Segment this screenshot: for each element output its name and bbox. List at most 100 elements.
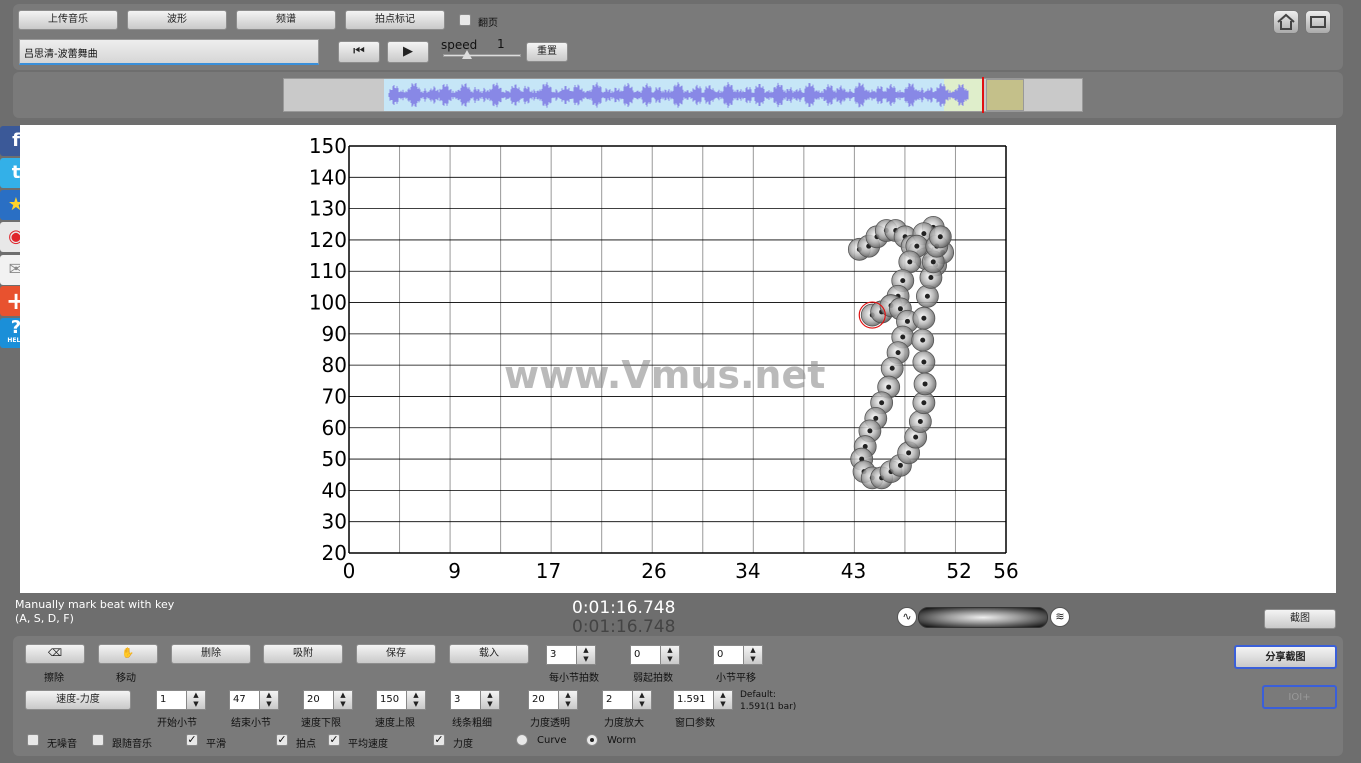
- beats-per-bar-label: 每小节拍数: [549, 673, 599, 684]
- end-bar-stepper[interactable]: 47 ▲ ▼: [229, 690, 279, 710]
- worm-point-core: [921, 359, 927, 365]
- line-width-stepper[interactable]: 3 ▲ ▼: [450, 690, 500, 710]
- move-hand-icon: ✋: [121, 648, 135, 659]
- screenshot-button[interactable]: 截图: [1264, 609, 1336, 629]
- waveform-overview[interactable]: [283, 77, 1083, 113]
- x-tick-label: 34: [735, 559, 760, 583]
- y-tick-label: 70: [322, 384, 347, 408]
- spectrum-button[interactable]: 频谱: [236, 10, 336, 30]
- play-button[interactable]: ▶: [387, 41, 429, 63]
- follow-music-checkbox[interactable]: [92, 734, 104, 746]
- dynamics-transparency-label: 力度透明: [530, 718, 570, 729]
- worm-point-core: [928, 274, 934, 280]
- worm-point-core: [867, 428, 873, 434]
- window-param-label: 窗口参数: [675, 718, 715, 729]
- dynamics-transparency-stepper[interactable]: 20 ▲ ▼: [528, 690, 578, 710]
- waveform-graphic: [388, 82, 969, 108]
- worm-point-core: [921, 231, 927, 237]
- tempo-dynamics-mode-button[interactable]: 速度-力度: [25, 690, 131, 710]
- wave-left-icon[interactable]: ∿: [897, 607, 917, 627]
- home-button[interactable]: [1273, 10, 1299, 34]
- volume-slider[interactable]: [918, 607, 1048, 628]
- smooth-label: 平滑: [206, 739, 226, 750]
- y-tick-label: 30: [322, 510, 347, 534]
- watermark-text: www.Vmus.net: [504, 353, 826, 397]
- worm-point-core: [914, 243, 920, 249]
- tempo-max-stepper[interactable]: 150 ▲ ▼: [376, 690, 426, 710]
- worm-point-core: [930, 259, 936, 265]
- waveform-button[interactable]: 波形: [127, 10, 227, 30]
- beats-per-bar-stepper[interactable]: 3 ▲ ▼: [546, 645, 596, 665]
- reset-speed-button[interactable]: 重置: [526, 42, 568, 62]
- worm-point-core: [900, 278, 906, 284]
- delete-button[interactable]: 删除: [171, 644, 251, 664]
- rewind-button[interactable]: ⏮: [338, 41, 380, 63]
- share-screenshot-button[interactable]: 分享截图: [1234, 645, 1337, 669]
- playhead-marker[interactable]: [982, 77, 984, 113]
- x-tick-label: 43: [841, 559, 866, 583]
- x-tick-label: 52: [946, 559, 971, 583]
- speed-slider-track[interactable]: [443, 54, 521, 57]
- speed-slider-thumb[interactable]: [462, 50, 472, 59]
- x-tick-label: 0: [343, 559, 356, 583]
- bar-shift-label: 小节平移: [716, 673, 756, 684]
- hint-line1: Manually mark beat with key: [15, 598, 175, 611]
- controls-panel: ⌫ 擦除 ✋ 移动 删除 吸附 保存 载入 3 ▲ ▼ 每小节拍数 0 ▲ ▼ 弱起拍数…: [13, 636, 1343, 756]
- worm-point-core: [907, 259, 913, 265]
- y-tick-label: 60: [322, 416, 347, 440]
- pickup-beats-label: 弱起拍数: [633, 673, 673, 684]
- worm-point-core: [921, 315, 927, 321]
- worm-point-core: [913, 434, 919, 440]
- y-tick-label: 40: [322, 478, 347, 502]
- waveform-trace: [388, 82, 969, 108]
- y-tick-label: 150: [309, 134, 347, 158]
- load-button[interactable]: 载入: [449, 644, 529, 664]
- tempo-min-label: 速度下限: [301, 718, 341, 729]
- worm-point-core: [889, 365, 895, 371]
- window-param-stepper[interactable]: 1.591 ▲ ▼: [673, 690, 733, 710]
- beat-points-label: 拍点: [296, 739, 316, 750]
- beat-mark-button[interactable]: 拍点标记: [345, 10, 445, 30]
- tempo-min-stepper[interactable]: 20 ▲ ▼: [303, 690, 353, 710]
- average-tempo-label: 平均速度: [348, 739, 388, 750]
- snap-button[interactable]: 吸附: [263, 644, 343, 664]
- curve-radio[interactable]: [516, 734, 528, 746]
- smooth-checkbox[interactable]: ✓: [186, 734, 198, 746]
- beat-points-checkbox[interactable]: ✓: [276, 734, 288, 746]
- x-tick-label: 9: [448, 559, 461, 583]
- wave-right-icon[interactable]: ≋: [1050, 607, 1070, 627]
- curve-label: Curve: [537, 735, 567, 746]
- start-bar-stepper[interactable]: 1 ▲ ▼: [156, 690, 206, 710]
- move-label: 移动: [116, 673, 136, 684]
- flip-page-checkbox[interactable]: [459, 14, 471, 26]
- y-tick-label: 80: [322, 353, 347, 377]
- worm-radio[interactable]: [586, 734, 598, 746]
- top-toolbar-panel: 上传音乐 波形 频谱 拍点标记 翻页 吕思清-波蕾舞曲 ⏮ ▶ speed 1 …: [13, 4, 1343, 70]
- time-display-secondary: 0:01:16.748: [572, 617, 676, 637]
- worm-label: Worm: [607, 735, 637, 746]
- speed-value: 1: [497, 37, 505, 51]
- dynamics-scale-stepper[interactable]: 2 ▲ ▼: [602, 690, 652, 710]
- worm-point-core: [873, 415, 879, 421]
- average-tempo-checkbox[interactable]: ✓: [328, 734, 340, 746]
- no-noise-checkbox[interactable]: [27, 734, 39, 746]
- worm-point-core: [921, 400, 927, 406]
- ioi-plus-button[interactable]: IOI+: [1262, 685, 1337, 709]
- move-button[interactable]: ✋: [98, 644, 158, 664]
- song-title-field[interactable]: 吕思清-波蕾舞曲: [19, 39, 319, 65]
- y-tick-label: 120: [309, 228, 347, 252]
- fullscreen-button[interactable]: [1305, 10, 1331, 34]
- bar-shift-stepper[interactable]: 0 ▲ ▼: [713, 645, 763, 665]
- upload-music-button[interactable]: 上传音乐: [18, 10, 118, 30]
- pickup-beats-stepper[interactable]: 0 ▲ ▼: [630, 645, 680, 665]
- erase-button[interactable]: ⌫: [25, 644, 85, 664]
- tempo-max-label: 速度上限: [375, 718, 415, 729]
- dynamics-checkbox[interactable]: ✓: [433, 734, 445, 746]
- worm-point-core: [917, 419, 923, 425]
- chart-area[interactable]: 150 140 130 120 110 100 90 80 70 60 50 40 30 20 0 9 17 26…: [20, 125, 1336, 593]
- eraser-icon: ⌫: [47, 648, 63, 659]
- save-button[interactable]: 保存: [356, 644, 436, 664]
- worm-point-core: [900, 334, 906, 340]
- y-tick-label: 140: [309, 165, 347, 189]
- worm-point-core: [897, 462, 903, 468]
